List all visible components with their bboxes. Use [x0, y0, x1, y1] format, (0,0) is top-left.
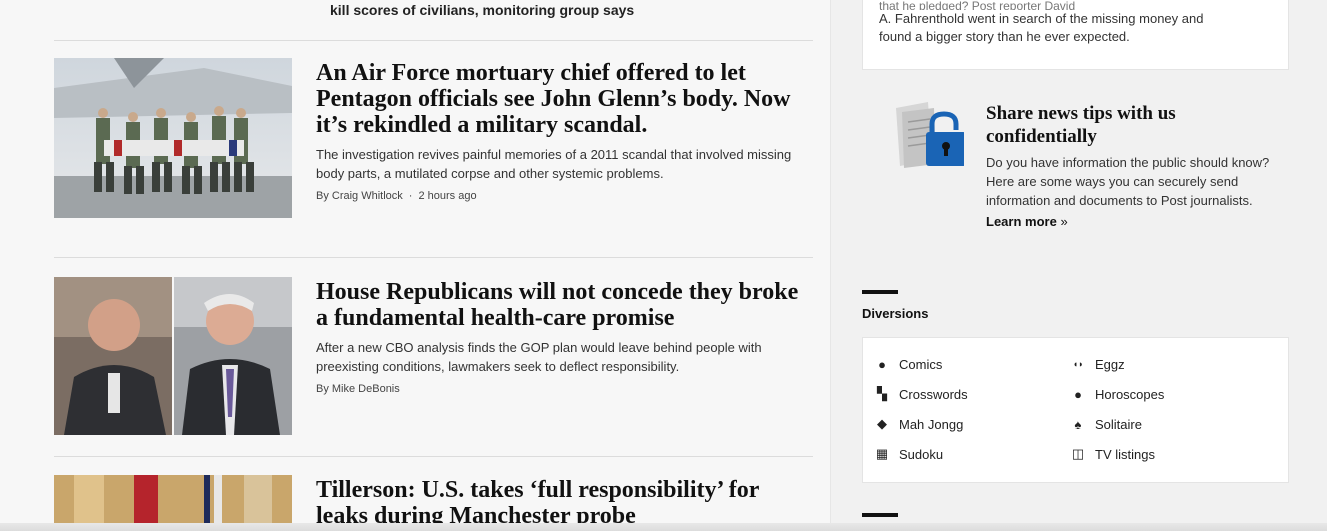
byline-separator: · — [408, 190, 413, 202]
section-rule — [862, 290, 898, 294]
secure-lock-icon — [892, 102, 966, 172]
news-tips-description: Do you have information the public shoul… — [986, 155, 1270, 208]
byline-timestamp: 2 hours ago — [418, 190, 477, 202]
spade-icon: ♠ — [1074, 416, 1082, 432]
diversion-link-mahjongg[interactable]: ◆ Mah Jongg — [875, 415, 1071, 433]
section-rule — [862, 513, 898, 517]
diversion-link-sudoku[interactable]: ▦ Sudoku — [875, 445, 1071, 463]
diversions-card: ● Comics ◖◗ Eggz ▚ Crosswords ● Horoscop… — [862, 337, 1289, 483]
sudoku-icon: ▦ — [875, 446, 889, 461]
story-divider — [54, 456, 813, 457]
diversions-grid: ● Comics ◖◗ Eggz ▚ Crosswords ● Horoscop… — [875, 355, 1276, 463]
learn-more-label: Learn more — [986, 214, 1057, 229]
promo-text-clipped: that he pledged? Post reporter David — [879, 1, 1076, 10]
window-bottom-edge — [0, 523, 1327, 531]
diversion-label: Mah Jongg — [899, 416, 964, 432]
diversions-heading: Diversions — [862, 306, 929, 321]
eggz-icon: ◖◗ — [1072, 359, 1084, 369]
diversion-link-comics[interactable]: ● Comics — [875, 355, 1071, 373]
story-image-mortuary[interactable] — [54, 58, 292, 218]
learn-more-link[interactable]: Learn more » — [986, 214, 1068, 229]
diversion-link-horoscopes[interactable]: ● Horoscopes — [1071, 385, 1267, 403]
promo-text: found a bigger story than he ever expect… — [879, 29, 1130, 44]
news-tips-title[interactable]: Share news tips with us confidentially — [986, 102, 1276, 148]
main-column: kill scores of civilians, monitoring gro… — [0, 0, 830, 531]
diversion-label: Solitaire — [1095, 416, 1142, 432]
diversion-link-crosswords[interactable]: ▚ Crosswords — [875, 385, 1071, 403]
diversion-label: Eggz — [1095, 356, 1125, 372]
diversion-label: Sudoku — [899, 446, 944, 462]
diversion-label: Horoscopes — [1095, 386, 1165, 402]
story-card: Tillerson: U.S. takes ‘full responsibili… — [316, 477, 806, 529]
story-headline[interactable]: An Air Force mortuary chief offered to l… — [316, 60, 806, 138]
crosswords-icon: ▚ — [877, 386, 887, 401]
horoscopes-icon: ● — [1074, 386, 1082, 402]
story-card: House Republicans will not concede they … — [316, 279, 806, 395]
story-byline: By Mike DeBonis — [316, 383, 806, 395]
story-headline[interactable]: House Republicans will not concede they … — [316, 279, 806, 331]
byline-author[interactable]: By Craig Whitlock — [316, 190, 403, 202]
byline-author[interactable]: By Mike DeBonis — [316, 383, 400, 395]
story-card: An Air Force mortuary chief offered to l… — [316, 60, 806, 202]
double-chevron-icon: » — [1060, 214, 1068, 229]
mahjongg-icon: ◆ — [877, 416, 887, 431]
diversion-label: Crosswords — [899, 386, 968, 402]
story-blurb: The investigation revives painful memori… — [316, 147, 792, 181]
diversion-link-tv-listings[interactable]: ◫ TV listings — [1071, 445, 1267, 463]
story-headline[interactable]: Tillerson: U.S. takes ‘full responsibili… — [316, 477, 806, 529]
story-blurb: After a new CBO analysis finds the GOP p… — [316, 340, 762, 374]
diversion-link-eggz[interactable]: ◖◗ Eggz — [1071, 355, 1267, 373]
story-divider — [54, 257, 813, 258]
news-tips-body: Share news tips with us confidentially D… — [986, 102, 1276, 231]
promo-card[interactable]: that he pledged? Post reporter David A. … — [862, 0, 1289, 70]
diversion-label: TV listings — [1095, 446, 1155, 462]
story-image-health-care[interactable] — [54, 277, 292, 435]
story-byline: By Craig Whitlock · 2 hours ago — [316, 190, 806, 202]
story-divider — [54, 40, 813, 41]
diversion-link-solitaire[interactable]: ♠ Solitaire — [1071, 415, 1267, 433]
promo-text: A. Fahrenthold went in search of the mis… — [879, 11, 1204, 26]
partial-headline[interactable]: kill scores of civilians, monitoring gro… — [330, 2, 634, 18]
tv-icon: ◫ — [1071, 446, 1085, 461]
comics-icon: ● — [878, 356, 886, 372]
diversion-label: Comics — [899, 356, 943, 372]
